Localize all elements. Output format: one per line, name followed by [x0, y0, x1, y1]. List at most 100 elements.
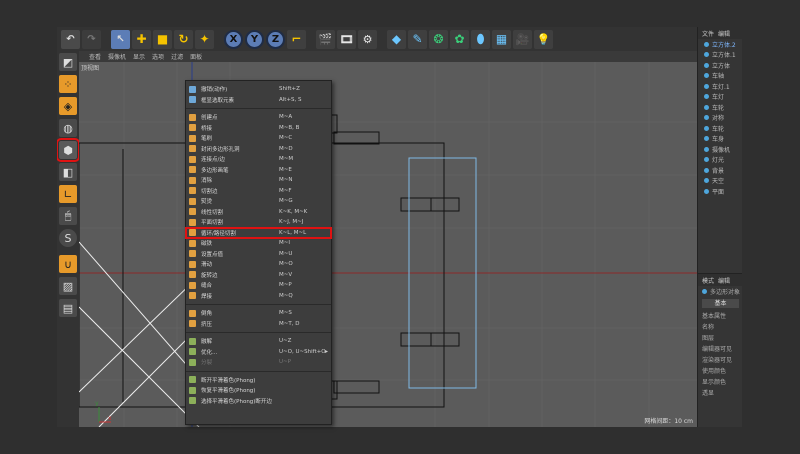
menu-item[interactable]: 桥接 M~B, B [186, 123, 331, 134]
x-axis-icon[interactable]: X [224, 29, 243, 49]
rotate-icon[interactable]: ↻ [174, 29, 193, 49]
menu-item[interactable]: 多边形画笔 M~E [186, 165, 331, 176]
object-list-item[interactable]: 平面 [698, 186, 742, 197]
render-settings-icon[interactable]: ⚙ [358, 29, 377, 49]
object-list-item[interactable]: 天空 [698, 176, 742, 187]
object-list-item[interactable]: 背景 [698, 165, 742, 176]
menu-filter[interactable]: 过滤 [171, 52, 183, 61]
render-icon[interactable]: 🎞 [337, 29, 356, 49]
floor-icon[interactable]: ▦ [492, 29, 511, 49]
deformer-icon[interactable]: ⬮ [471, 29, 490, 49]
menu-item[interactable]: 优化... U~O, U~Shift+O ▸ [186, 347, 331, 358]
menu-item[interactable]: 连接点/边 M~M [186, 154, 331, 165]
menu-item[interactable]: 设置点值 M~U [186, 249, 331, 260]
coord-icon[interactable]: ⌐ [287, 29, 306, 49]
select-icon[interactable]: ↖ [111, 29, 130, 49]
tab-mode[interactable]: 模式 [702, 276, 714, 285]
menu-item[interactable]: 磁铁 M~I [186, 238, 331, 249]
attribute-row[interactable]: 图层 [698, 332, 742, 343]
menu-item[interactable]: 焊接 M~Q [186, 291, 331, 302]
scale-icon[interactable]: ■ [153, 29, 172, 49]
menu-item[interactable]: 滑动 M~O [186, 259, 331, 270]
object-list-item[interactable]: 车灯 [698, 92, 742, 103]
basic-tab-button[interactable]: 基本 [702, 299, 739, 308]
menu-item[interactable]: 线性切割 K~K, M~K [186, 207, 331, 218]
menu-camera[interactable]: 摄像机 [108, 52, 126, 61]
menu-item[interactable]: 倒角 M~S [186, 308, 331, 319]
z-axis-icon[interactable]: Z [266, 29, 285, 49]
attribute-row[interactable]: 显示颜色 [698, 376, 742, 387]
tab-edit-attr[interactable]: 编辑 [718, 276, 730, 285]
camera-icon[interactable]: 🎥 [513, 29, 532, 49]
menu-item[interactable]: 撤销(动作) Shift+Z [186, 84, 331, 95]
menu-item-icon [189, 281, 196, 289]
edges-mode-icon[interactable]: ◈ [59, 97, 77, 115]
object-list-item[interactable]: 立方体 [698, 60, 742, 71]
magnet-icon[interactable]: ∪ [59, 255, 77, 273]
menu-item[interactable]: 选择平滑着色(Phong)断开边 [186, 396, 331, 407]
menu-item[interactable]: 循环/路径切割 K~L, M~L [185, 226, 332, 239]
tweak-icon[interactable]: 🖱 [59, 207, 77, 225]
object-list-item[interactable]: 灯光 [698, 155, 742, 166]
viewport[interactable]: 查看 摄像机 显示 选项 过滤 面板 顶视图 x y 网格间距：10 cm [79, 51, 697, 427]
recent-icon[interactable]: ✦ [195, 29, 214, 49]
attribute-section-title: 基本属性 [702, 313, 727, 320]
object-mode-icon[interactable]: ⬢ [57, 138, 80, 162]
object-list-item[interactable]: 摄像机 [698, 144, 742, 155]
undo-icon[interactable]: ↶ [61, 29, 80, 49]
object-list-item[interactable]: 对称 [698, 113, 742, 124]
pen-icon[interactable]: ✎ [408, 29, 427, 49]
y-axis-icon[interactable]: Y [245, 29, 264, 49]
model-mode-icon[interactable]: ◧ [59, 163, 77, 181]
menu-item-label: 撤销(动作) [201, 87, 228, 94]
attribute-row[interactable]: 名称 [698, 321, 742, 332]
menu-display[interactable]: 显示 [133, 52, 145, 61]
menu-item[interactable]: 消除 M~N [186, 175, 331, 186]
tab-file[interactable]: 文件 [702, 29, 714, 38]
attribute-row[interactable]: 编辑器可见 [698, 343, 742, 354]
menu-item[interactable]: 缝合 M~P [186, 280, 331, 291]
snap-icon[interactable]: S [59, 229, 77, 247]
object-list-item[interactable]: 车轴 [698, 71, 742, 82]
menu-item[interactable]: 融解 U~Z [186, 336, 331, 347]
attribute-row[interactable]: 渲染器可见 [698, 354, 742, 365]
attribute-row[interactable]: 使用颜色 [698, 365, 742, 376]
subdivide-icon[interactable]: ❂ [429, 29, 448, 49]
menu-item[interactable]: 框显选取元素 Alt+S, S [186, 95, 331, 106]
render-view-icon[interactable]: 🎬 [316, 29, 335, 49]
menu-item[interactable]: 熨烫 M~G [186, 196, 331, 207]
menu-item[interactable]: 笔刷 M~C [186, 133, 331, 144]
menu-item[interactable]: 恢复平滑着色(Phong) [186, 385, 331, 396]
menu-item[interactable]: 创建点 M~A [186, 112, 331, 123]
object-list-item[interactable]: 车身 [698, 134, 742, 145]
axis-icon[interactable]: ∟ [59, 185, 77, 203]
menu-item[interactable]: 断开平滑着色(Phong) [186, 375, 331, 386]
menu-item-label: 融解 [201, 339, 213, 346]
points-mode-icon[interactable]: ⁘ [59, 75, 77, 93]
generator-icon[interactable]: ✿ [450, 29, 469, 49]
sculpt-icon[interactable]: ▨ [59, 277, 77, 295]
menu-item[interactable]: 封闭多边形孔洞 M~D [186, 144, 331, 155]
menu-item[interactable]: 切割边 M~F [186, 186, 331, 197]
polygons-mode-icon[interactable]: ◍ [59, 119, 77, 137]
cube-icon[interactable]: ◆ [387, 29, 406, 49]
texture-icon[interactable]: ▤ [59, 299, 77, 317]
light-icon[interactable]: 💡 [534, 29, 553, 49]
menu-item[interactable]: 旋转边 M~V [186, 270, 331, 281]
menu-item[interactable]: 挤压 M~T, D [186, 319, 331, 330]
attribute-row[interactable]: 透显 [698, 387, 742, 398]
menu-options[interactable]: 选项 [152, 52, 164, 61]
move-icon[interactable]: ✚ [132, 29, 151, 49]
make-editable-icon[interactable]: ◩ [59, 53, 77, 71]
object-list-item[interactable]: 车轮 [698, 102, 742, 113]
menu-item[interactable]: 平面切割 K~J, M~J [186, 217, 331, 228]
object-list-item[interactable]: 立方体.1 [698, 50, 742, 61]
tab-edit[interactable]: 编辑 [718, 29, 730, 38]
object-list-item[interactable]: 立方体.2 [698, 39, 742, 50]
menu-view[interactable]: 查看 [89, 52, 101, 61]
menu-panel[interactable]: 面板 [190, 52, 202, 61]
redo-icon[interactable]: ↷ [82, 29, 101, 49]
object-list-item[interactable]: 车灯.1 [698, 81, 742, 92]
menu-item-label: 缝合 [201, 283, 213, 290]
object-list-item[interactable]: 车轮 [698, 123, 742, 134]
